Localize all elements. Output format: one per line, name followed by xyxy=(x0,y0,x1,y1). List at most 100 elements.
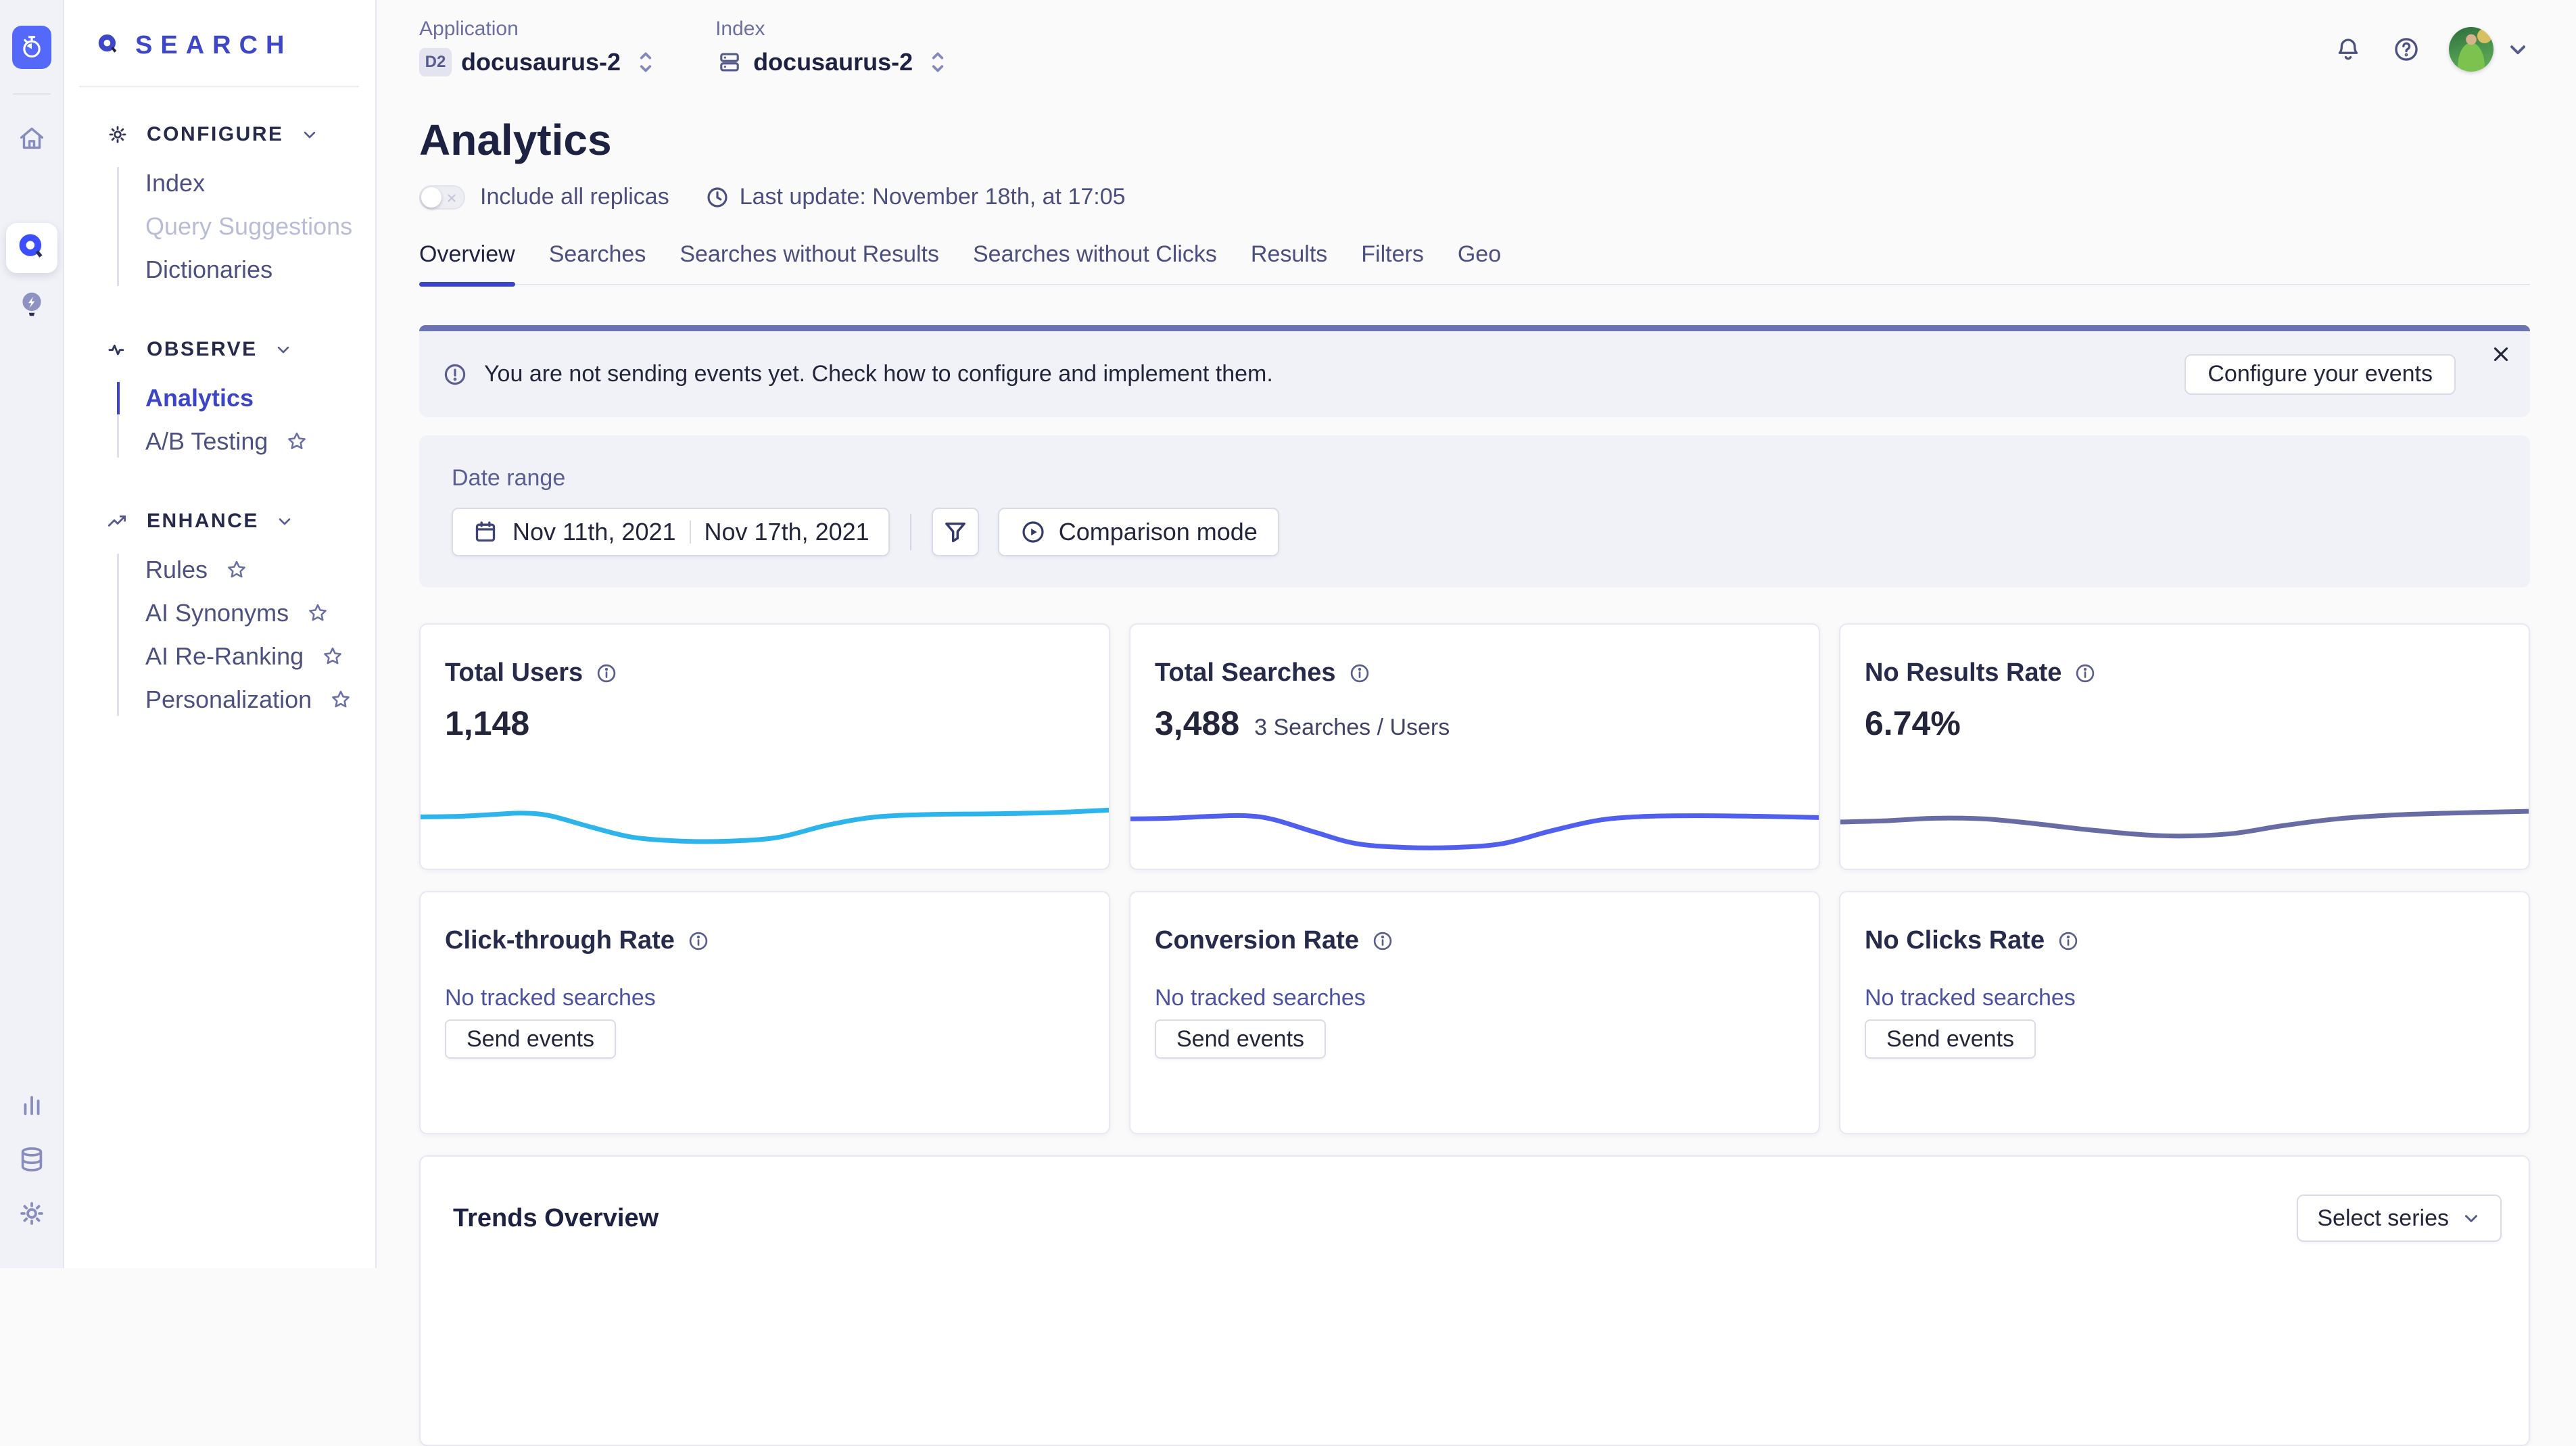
tab-overview[interactable]: Overview xyxy=(419,241,515,284)
toggle-off-x-icon xyxy=(444,191,459,206)
chevron-down-icon[interactable] xyxy=(2506,37,2530,62)
send-events-button[interactable]: Send events xyxy=(445,1019,616,1059)
tab-filters[interactable]: Filters xyxy=(1361,241,1424,284)
lightbulb-bolt-icon xyxy=(16,288,48,320)
sidebar-item-ai-reranking[interactable]: AI Re-Ranking xyxy=(145,635,375,678)
star-icon[interactable] xyxy=(321,645,344,668)
sidebar-section-configure: CONFIGURE Index Query Suggestions Dictio… xyxy=(106,121,375,291)
metric-value: 1,148 xyxy=(445,704,529,743)
star-icon[interactable] xyxy=(285,430,308,453)
section-header-observe[interactable]: OBSERVE xyxy=(106,336,375,363)
info-icon[interactable] xyxy=(595,662,618,685)
section-header-configure[interactable]: CONFIGURE xyxy=(106,121,375,148)
star-icon[interactable] xyxy=(329,688,352,711)
no-tracked-text: No tracked searches xyxy=(445,985,1084,1011)
info-icon[interactable] xyxy=(1371,930,1394,953)
last-update-text: Last update: November 18th, at 17:05 xyxy=(740,184,1126,210)
section-header-enhance[interactable]: ENHANCE xyxy=(106,508,375,535)
topbar: Application D2 docusaurus-2 Index docusa… xyxy=(377,0,2576,95)
rail-data-button[interactable] xyxy=(16,1144,47,1175)
select-series-button[interactable]: Select series xyxy=(2297,1195,2502,1242)
rail-recommend-button[interactable] xyxy=(16,288,48,320)
toggle-knob xyxy=(421,187,442,208)
avatar[interactable] xyxy=(2449,27,2494,72)
tab-searches-without-clicks[interactable]: Searches without Clicks xyxy=(973,241,1217,284)
bar-chart-icon xyxy=(16,1090,47,1121)
info-icon[interactable] xyxy=(2074,662,2097,685)
application-selector: Application D2 docusaurus-2 xyxy=(419,18,659,77)
sparkline-total-users xyxy=(419,790,1110,854)
search-logo[interactable]: SEARCH xyxy=(95,31,375,60)
configure-events-button[interactable]: Configure your events xyxy=(2185,354,2456,395)
date-range-picker[interactable]: Nov 11th, 2021 Nov 17th, 2021 xyxy=(452,508,890,556)
magnifier-logo-icon xyxy=(95,32,123,60)
rail-settings-button[interactable] xyxy=(16,1198,47,1229)
filter-button[interactable] xyxy=(932,508,979,556)
sidebar-item-label: AI Synonyms xyxy=(145,599,289,627)
sidebar-item-query-suggestions[interactable]: Query Suggestions xyxy=(145,205,375,248)
sidebar-nav: CONFIGURE Index Query Suggestions Dictio… xyxy=(64,121,375,721)
sidebar-item-label: Rules xyxy=(145,556,208,584)
vertical-divider xyxy=(910,514,911,550)
icon-rail xyxy=(0,0,64,1268)
section-label: CONFIGURE xyxy=(147,123,284,146)
chevron-down-icon xyxy=(275,512,294,531)
include-replicas-toggle[interactable] xyxy=(419,185,465,210)
info-icon[interactable] xyxy=(687,930,710,953)
sidebar-item-ab-testing[interactable]: A/B Testing xyxy=(145,420,375,463)
search-product-icon xyxy=(14,231,49,266)
send-events-button[interactable]: Send events xyxy=(1155,1019,1326,1059)
rail-divider xyxy=(13,93,51,95)
metrics-row-1: Total Users 1,148 Total Searches 3,488 3… xyxy=(419,623,2530,870)
tab-searches[interactable]: Searches xyxy=(549,241,646,284)
info-icon[interactable] xyxy=(1348,662,1371,685)
metric-value: 6.74% xyxy=(1865,704,1961,743)
sidebar-item-personalization[interactable]: Personalization xyxy=(145,678,375,721)
tab-searches-without-results[interactable]: Searches without Results xyxy=(679,241,939,284)
application-select[interactable]: D2 docusaurus-2 xyxy=(419,47,659,77)
date-range-panel: Date range Nov 11th, 2021 Nov 17th, 2021… xyxy=(419,435,2530,587)
application-value: docusaurus-2 xyxy=(461,48,621,76)
rail-home-button[interactable] xyxy=(16,123,47,154)
metric-value: 3,488 xyxy=(1155,704,1239,743)
send-events-button[interactable]: Send events xyxy=(1865,1019,2036,1059)
tab-geo[interactable]: Geo xyxy=(1458,241,1501,284)
up-down-stepper-icon[interactable] xyxy=(925,47,951,77)
star-icon[interactable] xyxy=(306,602,329,625)
sidebar-item-rules[interactable]: Rules xyxy=(145,548,375,592)
gear-icon xyxy=(16,1198,47,1229)
sidebar-item-ai-synonyms[interactable]: AI Synonyms xyxy=(145,592,375,635)
card-title: Total Users xyxy=(445,658,583,688)
banner-message: You are not sending events yet. Check ho… xyxy=(484,361,1273,387)
activity-pulse-icon xyxy=(106,338,129,361)
database-icon xyxy=(16,1144,47,1175)
bell-icon[interactable] xyxy=(2334,35,2362,64)
date-separator xyxy=(690,521,691,544)
trending-up-icon xyxy=(106,510,129,533)
crawler-app-tile[interactable] xyxy=(12,26,51,69)
section-label: OBSERVE xyxy=(147,338,258,361)
sidebar-item-index[interactable]: Index xyxy=(145,162,375,205)
comparison-mode-label: Comparison mode xyxy=(1059,518,1258,546)
include-replicas-label: Include all replicas xyxy=(480,184,669,210)
info-icon xyxy=(442,362,468,387)
close-icon[interactable] xyxy=(2489,343,2512,366)
sidebar-item-analytics[interactable]: Analytics xyxy=(145,377,375,420)
star-icon[interactable] xyxy=(225,558,248,581)
sidebar-item-label: Personalization xyxy=(145,685,312,714)
help-icon[interactable] xyxy=(2392,35,2420,64)
tab-results[interactable]: Results xyxy=(1251,241,1327,284)
application-badge: D2 xyxy=(419,48,452,76)
info-icon[interactable] xyxy=(2057,930,2080,953)
rail-search-button[interactable] xyxy=(6,223,57,273)
card-title: Click-through Rate xyxy=(445,926,675,955)
sidebar-item-dictionaries[interactable]: Dictionaries xyxy=(145,248,375,291)
sidebar-item-label: AI Re-Ranking xyxy=(145,642,304,671)
sidebar-item-label: Analytics xyxy=(145,384,254,412)
select-series-label: Select series xyxy=(2317,1205,2449,1232)
index-select[interactable]: docusaurus-2 xyxy=(715,47,951,77)
up-down-stepper-icon[interactable] xyxy=(633,47,659,77)
comparison-mode-button[interactable]: Comparison mode xyxy=(998,508,1279,556)
metrics-row-2: Click-through Rate No tracked searches S… xyxy=(419,891,2530,1134)
rail-analytics-button[interactable] xyxy=(16,1090,47,1121)
